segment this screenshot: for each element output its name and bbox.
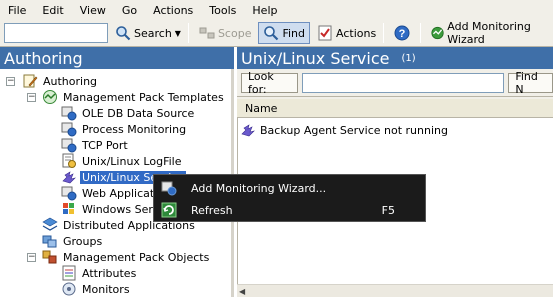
pane-title: Authoring [0, 47, 234, 69]
add-monitoring-wizard-button[interactable]: Add Monitoring Wizard [427, 20, 553, 46]
results-count: (1) [401, 52, 416, 64]
find-button[interactable]: Find [258, 22, 311, 44]
menu-help[interactable]: Help [252, 4, 277, 17]
collapse-toggle[interactable]: − [6, 77, 15, 86]
wizard-label: Add Monitoring Wizard [447, 20, 531, 46]
column-header-name[interactable]: Name [237, 99, 553, 118]
collapse-toggle[interactable]: − [27, 93, 36, 102]
tree-item-tcp-port[interactable]: TCP Port [61, 137, 130, 153]
actions-icon [318, 25, 332, 41]
search-input[interactable] [4, 23, 108, 43]
windows-service-icon [63, 203, 74, 214]
find-label: Find [282, 26, 306, 40]
attributes-icon [62, 265, 76, 281]
menu-actions[interactable]: Actions [153, 4, 193, 17]
monitors-icon [62, 282, 76, 296]
find-now-button[interactable]: Find N [508, 70, 553, 96]
menu-go[interactable]: Go [122, 4, 137, 17]
distributed-app-icon [42, 217, 58, 231]
tree-item-authoring[interactable]: Authoring [22, 73, 99, 89]
table-row[interactable]: Backup Agent Service not running [240, 122, 448, 138]
horizontal-scrollbar[interactable]: ◀ [237, 284, 553, 297]
toolbar-divider [383, 23, 385, 43]
tree-item-unix-linux-logfile[interactable]: Unix/Linux LogFile [61, 153, 183, 169]
results-title-bar: Unix/Linux Service (1) [237, 47, 553, 69]
toolbar-divider [420, 23, 422, 43]
collapse-toggle[interactable]: − [27, 253, 36, 262]
tree-item-management-pack-objects[interactable]: Management Pack Objects [42, 249, 211, 265]
menu-file[interactable]: File [8, 4, 26, 17]
actions-button[interactable]: Actions [313, 22, 380, 44]
look-for-bar: Look for: Find N [237, 69, 553, 97]
tree-item-management-pack-templates[interactable]: Management Pack Templates [42, 89, 226, 105]
tree-item-ole-db-data-source[interactable]: OLE DB Data Source [61, 105, 196, 121]
menu-item-refresh[interactable]: Refresh F5 [154, 200, 427, 220]
unix-service-icon [241, 124, 255, 137]
scope-label: Scope [217, 26, 252, 40]
tcp-port-icon [61, 138, 77, 153]
template-icon [43, 90, 57, 104]
look-for-input[interactable] [301, 72, 505, 93]
process-monitor-icon [61, 122, 77, 137]
search-label: Search [134, 26, 172, 40]
mp-objects-icon [42, 250, 57, 264]
tree-item-process-monitoring[interactable]: Process Monitoring [61, 121, 188, 137]
scroll-left-icon[interactable]: ◀ [239, 287, 245, 296]
search-button[interactable]: Search ▼ [111, 22, 185, 44]
unix-service-icon [62, 171, 76, 184]
help-icon: ? [394, 25, 410, 41]
tree-item-monitors[interactable]: Monitors [61, 281, 132, 297]
groups-icon [42, 235, 57, 248]
menu-item-add-monitoring-wizard[interactable]: Add Monitoring Wizard... [154, 178, 427, 198]
wizard-icon [431, 26, 444, 40]
refresh-icon [161, 202, 177, 218]
database-monitor-icon [61, 106, 77, 121]
toolbar: Search ▼ Scope Find Actions ? Add Monito… [0, 20, 553, 47]
tree-item-attributes[interactable]: Attributes [61, 265, 138, 281]
look-for-button[interactable]: Look for: [241, 70, 298, 96]
web-app-icon [61, 186, 77, 201]
results-title: Unix/Linux Service [241, 48, 390, 68]
scope-button[interactable]: Scope [195, 22, 256, 44]
tree-item-groups[interactable]: Groups [42, 233, 104, 249]
menu-tools[interactable]: Tools [209, 4, 236, 17]
search-icon [116, 26, 131, 41]
svg-text:?: ? [399, 28, 406, 40]
wizard-icon [161, 181, 177, 196]
actions-label: Actions [336, 26, 377, 40]
menu-bar: File Edit View Go Actions Tools Help [0, 0, 553, 20]
context-menu: Add Monitoring Wizard... Refresh F5 [153, 174, 426, 222]
logfile-icon [62, 153, 76, 168]
menu-edit[interactable]: Edit [42, 4, 63, 17]
chevron-down-icon[interactable]: ▼ [175, 29, 181, 38]
help-button[interactable]: ? [390, 22, 417, 44]
shortcut-label: F5 [381, 203, 395, 217]
toolbar-divider [187, 23, 189, 43]
scope-icon [199, 27, 215, 39]
pencil-doc-icon [23, 74, 38, 88]
menu-view[interactable]: View [80, 4, 106, 17]
find-icon [264, 26, 279, 41]
row-name: Backup Agent Service not running [260, 123, 448, 137]
